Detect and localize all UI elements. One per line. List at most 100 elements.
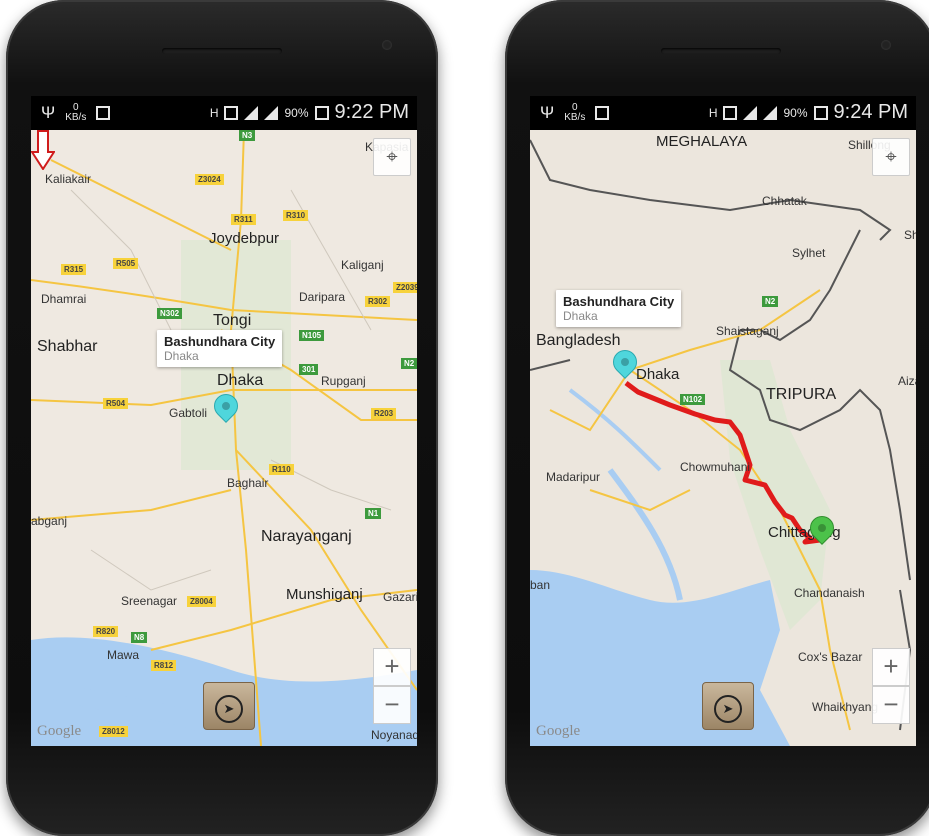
google-logo: Google [37, 723, 82, 739]
network-speed: 0 KB/s [564, 102, 586, 123]
road-shield: 301 [299, 364, 319, 375]
battery-percent: 90% [783, 105, 808, 120]
signal-icon-2 [264, 105, 279, 120]
place-callout[interactable]: Bashundhara City Dhaka [157, 330, 283, 367]
zoom-out-button[interactable]: − [872, 686, 910, 724]
map-label: Bangladesh [536, 332, 621, 349]
map-view[interactable]: MEGHALAYA Shillong Chhatak Sylhet Sh Sha… [530, 130, 916, 746]
map-label: Whaikhyang [812, 700, 879, 714]
signal-icon-2 [763, 105, 778, 120]
road-shield: Z3024 [195, 174, 224, 185]
road-shield: Z8004 [187, 596, 216, 607]
map-label: TRIPURA [766, 386, 837, 403]
callout-title: Bashundhara City [164, 334, 276, 349]
front-camera [382, 40, 392, 50]
road-shield: R504 [103, 398, 129, 409]
navigation-arrow-icon: ➤ [714, 695, 742, 723]
map-label: Gazari [383, 590, 417, 604]
map-label: Rupganj [321, 374, 366, 388]
usb-icon: Ψ [540, 103, 555, 122]
h-icon: H [209, 105, 219, 120]
map-label: Kaliakair [45, 172, 92, 186]
status-bar: Ψ 0 KB/s H 90% 9:22 PM [31, 96, 417, 130]
map-label: Shaistaganj [716, 324, 779, 338]
h-icon: H [708, 105, 718, 120]
map-label: Mawa [107, 648, 140, 662]
usb-icon: Ψ [41, 103, 56, 122]
callout-title: Bashundhara City [563, 294, 675, 309]
map-label: Tongi [213, 312, 252, 329]
clock: 9:24 PM [833, 101, 908, 123]
road-shield: N8 [131, 632, 148, 643]
road-shield: R315 [61, 264, 87, 275]
callout-subtitle: Dhaka [164, 349, 199, 363]
map-label: Dhaka [217, 372, 264, 389]
road-shield: R302 [365, 296, 391, 307]
map-label: Dhaka [636, 366, 680, 383]
map-label: Sylhet [792, 246, 826, 260]
signal-icon [743, 105, 758, 120]
map-label: Sh [904, 228, 916, 242]
road-shield: R820 [93, 626, 119, 637]
road-shield: R505 [113, 258, 139, 269]
phone-left: Ψ 0 KB/s H 90% 9:22 PM Kaliakair Joydebp… [6, 0, 438, 836]
status-bar: Ψ 0 KB/s H 90% 9:24 PM [530, 96, 916, 130]
zoom-out-button[interactable]: − [373, 686, 411, 724]
map-label: MEGHALAYA [656, 133, 748, 150]
map-label: Dhamrai [41, 292, 87, 306]
signal-icon [244, 105, 259, 120]
zoom-in-button[interactable]: + [373, 648, 411, 686]
map-label: Gabtoli [169, 406, 208, 420]
road-shield: N102 [680, 394, 706, 405]
front-camera [881, 40, 891, 50]
map-label: ban [530, 578, 551, 592]
road-shield: N1 [365, 508, 382, 519]
clock: 9:22 PM [334, 101, 409, 123]
map-base [31, 130, 417, 746]
down-arrow-icon [31, 130, 55, 170]
road-shield: Z8012 [99, 726, 128, 737]
my-location-button[interactable]: ⌖ [872, 138, 910, 176]
phone-right: Ψ 0 KB/s H 90% 9:24 PM MEGHALAYA Shillon… [505, 0, 929, 836]
sim-icon [224, 105, 239, 120]
road-shield: R311 [231, 214, 256, 225]
road-shield: N3 [239, 130, 256, 141]
my-location-icon: ⌖ [885, 146, 897, 168]
road-shield: R203 [371, 408, 397, 419]
callout-subtitle: Dhaka [563, 309, 598, 323]
screen-right: Ψ 0 KB/s H 90% 9:24 PM MEGHALAYA Shillon… [530, 96, 916, 746]
speaker-grille [162, 48, 282, 54]
map-label: Noyanad [371, 728, 417, 742]
zoom-in-button[interactable]: + [872, 648, 910, 686]
map-label: Aiza [898, 374, 916, 388]
road-shield: N105 [299, 330, 325, 341]
battery-percent: 90% [284, 105, 309, 120]
screen-left: Ψ 0 KB/s H 90% 9:22 PM Kaliakair Joydebp… [31, 96, 417, 746]
map-label: Daripara [299, 290, 346, 304]
map-label: Chandanaish [794, 586, 865, 600]
map-label: Shabhar [37, 338, 98, 355]
speaker-grille [661, 48, 781, 54]
map-label: Kaliganj [341, 258, 384, 272]
battery-icon [813, 105, 828, 120]
google-logo: Google [536, 723, 581, 739]
sim-icon [723, 105, 738, 120]
place-callout[interactable]: Bashundhara City Dhaka [556, 290, 682, 327]
map-label: Joydebpur [209, 230, 280, 247]
map-view[interactable]: Kapasia Kaliakair Joydebpur Kaliganj Dha… [31, 130, 417, 746]
map-label: Chhatak [762, 194, 807, 208]
map-label: Sreenagar [121, 594, 178, 608]
image-notification-icon [595, 106, 610, 120]
image-notification-icon [96, 106, 111, 120]
road-shield: R812 [151, 660, 177, 671]
navigate-button[interactable]: ➤ [702, 682, 754, 730]
road-shield: R110 [269, 464, 294, 475]
map-label: Cox's Bazar [798, 650, 863, 664]
navigate-button[interactable]: ➤ [203, 682, 255, 730]
navigation-arrow-icon: ➤ [215, 695, 243, 723]
map-label: Narayanganj [261, 528, 352, 545]
battery-icon [314, 105, 329, 120]
road-shield: N2 [762, 296, 779, 307]
map-label: Munshiganj [286, 586, 363, 603]
my-location-button[interactable]: ⌖ [373, 138, 411, 176]
